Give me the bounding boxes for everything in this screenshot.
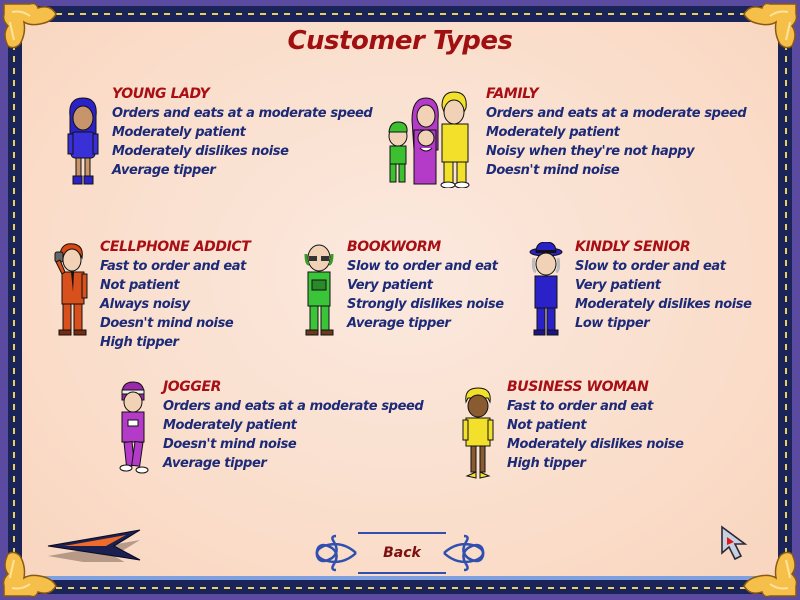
customer-trait: Fast to order and eat [507,399,653,414]
window-frame: Customer Types YOUNG LADY Orders and eat… [0,0,800,600]
customer-trait: Moderately patient [486,125,620,140]
bookworm-portrait-icon [304,244,334,336]
divider [358,532,446,534]
cellphone-addict-portrait-icon [54,243,88,336]
customer-trait: Always noisy [100,297,190,312]
customer-trait: Very patient [575,278,661,293]
stitch-decoration-left [13,20,15,580]
customer-trait: Moderately patient [163,418,297,433]
kindly-senior-portrait-icon [529,242,563,336]
stitch-decoration-top [20,13,780,15]
customer-trait: Very patient [347,278,433,293]
customer-card-cellphone-addict: CELLPHONE ADDICT Fast to order and eat N… [100,238,251,352]
customer-trait: Not patient [100,278,180,293]
customer-name: BOOKWORM [347,239,441,255]
customer-name: BUSINESS WOMAN [507,379,649,395]
customer-trait: Slow to order and eat [575,259,726,274]
stitch-decoration-bottom [20,587,780,589]
customer-trait: Fast to order and eat [100,259,246,274]
customer-trait: Moderately patient [112,125,246,140]
customer-trait: High tipper [100,335,179,350]
customer-trait: Doesn't mind noise [100,316,234,331]
customer-trait: Average tipper [347,316,451,331]
customer-trait: Orders and eats at a moderate speed [112,106,373,121]
customer-name: CELLPHONE ADDICT [100,239,251,255]
left-arrow-icon[interactable] [44,528,144,562]
customer-trait: Low tipper [575,316,650,331]
page-title: Customer Types [287,26,513,56]
customer-trait: Slow to order and eat [347,259,498,274]
business-woman-portrait-icon [462,387,494,479]
customer-card-young-lady: YOUNG LADY Orders and eats at a moderate… [112,85,373,180]
customer-card-family: FAMILY Orders and eats at a moderate spe… [486,85,747,180]
customer-card-bookworm: BOOKWORM Slow to order and eat Very pati… [347,238,504,333]
customer-card-kindly-senior: KINDLY SENIOR Slow to order and eat Very… [575,238,752,333]
customer-trait: Doesn't mind noise [486,163,620,178]
divider [358,572,446,574]
customer-trait: Noisy when they're not happy [486,144,695,159]
back-button-group: Back [312,528,488,578]
stitch-decoration-right [785,20,787,580]
customer-trait: Moderately dislikes noise [112,144,289,159]
customer-name: JOGGER [163,379,222,395]
family-portrait-icon [388,91,470,188]
swirl-ornament-icon [443,534,485,572]
customer-name: FAMILY [486,86,539,102]
customer-name: YOUNG LADY [112,86,210,102]
mouse-pointer-icon [721,525,748,561]
customer-name: KINDLY SENIOR [575,239,691,255]
customer-card-business-woman: BUSINESS WOMAN Fast to order and eat Not… [507,378,684,473]
customer-trait: High tipper [507,456,586,471]
customer-trait: Orders and eats at a moderate speed [163,399,424,414]
customer-trait: Moderately dislikes noise [575,297,752,312]
young-lady-portrait-icon [67,97,99,185]
customer-trait: Not patient [507,418,587,433]
customer-trait: Average tipper [163,456,267,471]
customer-trait: Moderately dislikes noise [507,437,684,452]
customer-trait: Orders and eats at a moderate speed [486,106,747,121]
customer-trait: Strongly dislikes noise [347,297,504,312]
swirl-ornament-icon [315,534,357,572]
customer-trait: Average tipper [112,163,216,178]
customer-card-jogger: JOGGER Orders and eats at a moderate spe… [163,378,424,473]
customer-trait: Doesn't mind noise [163,437,297,452]
jogger-portrait-icon [119,381,149,474]
back-button[interactable]: Back [358,536,446,570]
